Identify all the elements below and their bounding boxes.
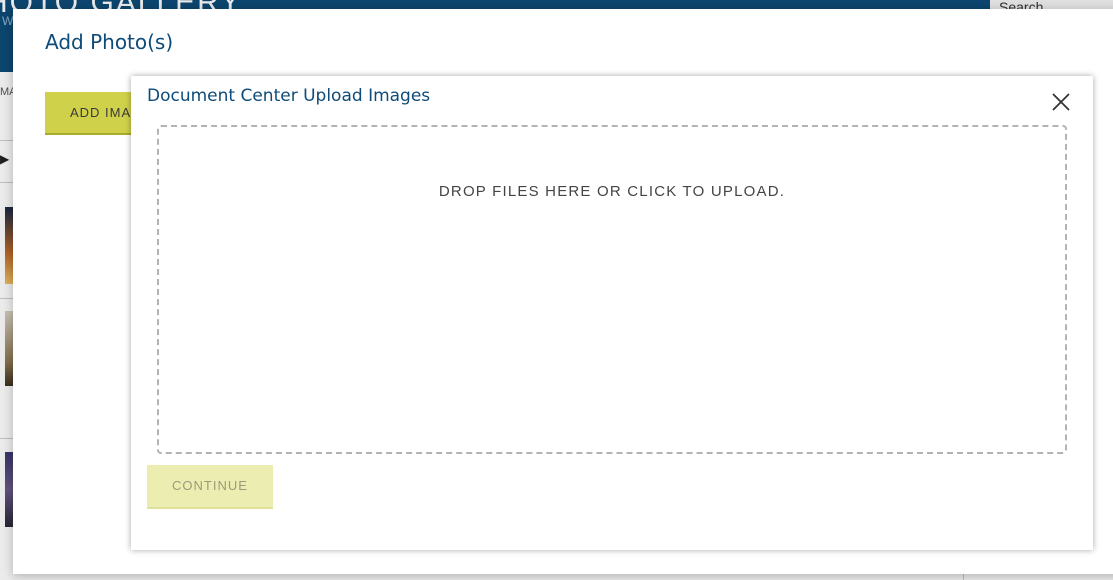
continue-button[interactable]: CONTINUE [147,465,273,509]
file-dropzone[interactable]: DROP FILES HERE OR CLICK TO UPLOAD. [157,125,1067,454]
modal-title: Add Photo(s) [45,30,174,54]
upload-images-dialog: Document Center Upload Images DROP FILES… [131,76,1093,550]
dropzone-message: DROP FILES HERE OR CLICK TO UPLOAD. [438,183,786,200]
dialog-title: Document Center Upload Images [147,86,431,106]
close-icon[interactable] [1049,90,1073,114]
